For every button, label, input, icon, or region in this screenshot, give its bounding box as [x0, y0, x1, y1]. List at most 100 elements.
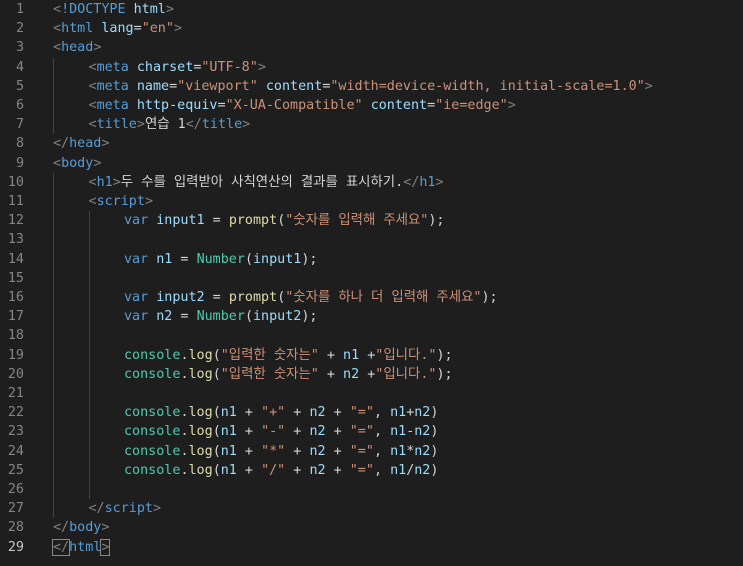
- code-line[interactable]: 7 <title>연습 1</title>: [0, 115, 743, 135]
- code-text: var input1 = prompt("숫자를 입력해 주세요");: [124, 211, 445, 230]
- code-text: console.log(n1 + "-" + n2 + "=", n1-n2): [124, 422, 438, 441]
- code-token: log: [188, 405, 213, 421]
- code-token: n1: [390, 462, 407, 478]
- code-line[interactable]: 19 console.log("입력한 숫자는" + n1 +"입니다.");: [0, 345, 743, 365]
- line-number: 20: [7, 366, 24, 382]
- code-token: +: [285, 405, 310, 421]
- code-line[interactable]: 4 <meta charset="UTF-8">: [0, 57, 743, 77]
- line-number: 11: [7, 194, 24, 209]
- code-token: .: [180, 347, 189, 363]
- code-token: +: [318, 347, 344, 363]
- code-token: html: [69, 539, 102, 555]
- code-token: ,: [373, 443, 391, 459]
- code-token: 연습 1: [144, 117, 186, 133]
- code-token: );: [301, 309, 318, 325]
- indent-guide: [88, 345, 90, 365]
- code-token: n2: [309, 462, 326, 478]
- code-line[interactable]: 17 var n2 = Number(input2);: [0, 307, 743, 327]
- code-token: =: [172, 309, 197, 325]
- code-token: body: [69, 520, 102, 536]
- code-token: >: [165, 2, 174, 17]
- code-token: </: [185, 117, 202, 133]
- code-line[interactable]: 12 var input1 = prompt("숫자를 입력해 주세요");: [0, 211, 743, 231]
- code-line[interactable]: 23 console.log(n1 + "-" + n2 + "=", n1-n2…: [0, 422, 743, 442]
- code-line[interactable]: 1 <!DOCTYPE html>: [0, 0, 743, 19]
- line-number: 18: [7, 328, 24, 344]
- code-line[interactable]: 11 <script>: [0, 192, 743, 212]
- code-line[interactable]: 24 console.log(n1 + "*" + n2 + "=", n1*n2…: [0, 441, 743, 461]
- code-token: lang: [101, 21, 134, 37]
- code-token: );: [436, 366, 453, 382]
- code-token: "en": [141, 21, 174, 37]
- code-token: =: [204, 290, 229, 305]
- code-token: >: [112, 174, 121, 190]
- code-token: (: [244, 251, 253, 267]
- line-number: 27: [7, 501, 24, 517]
- code-token: ): [430, 405, 439, 421]
- code-token: "숫자를 하나 더 입력해 주세요": [285, 290, 482, 305]
- code-token: console: [124, 424, 181, 440]
- code-token: prompt: [228, 290, 278, 305]
- code-text: var input2 = prompt("숫자를 하나 더 입력해 주세요");: [124, 288, 498, 307]
- code-text: var n2 = Number(input2);: [124, 307, 318, 326]
- code-line[interactable]: 29 </html>: [0, 538, 743, 557]
- code-line[interactable]: 14 var n1 = Number(input1);: [0, 249, 743, 269]
- code-token: +: [236, 462, 262, 478]
- code-text: console.log("입력한 숫자는" + n2 +"입니다.");: [124, 365, 453, 384]
- code-line[interactable]: 2 <html lang="en">: [0, 19, 743, 38]
- code-line[interactable]: 28 </body>: [0, 518, 743, 537]
- indent-guide: [53, 268, 54, 288]
- line-number: 10: [7, 174, 24, 190]
- code-line[interactable]: 26: [0, 480, 743, 500]
- code-line[interactable]: 10 <h1>두 수를 입력받아 사칙연산의 결과를 표시하기.</h1>: [0, 172, 743, 192]
- code-token: ): [430, 424, 439, 440]
- code-line[interactable]: 3 <head>: [0, 38, 743, 57]
- code-token: var: [124, 290, 149, 305]
- code-text: </html>: [51, 538, 111, 557]
- code-text: </head>: [53, 134, 109, 153]
- code-editor[interactable]: 1 <!DOCTYPE html> 2 <html lang="en"> 3 <head>…: [0, 0, 743, 566]
- code-token: h1: [419, 174, 436, 190]
- code-token: +: [236, 405, 262, 421]
- code-token: >: [101, 520, 110, 536]
- code-line[interactable]: 25 console.log(n1 + "/" + n2 + "=", n1/n2…: [0, 460, 743, 480]
- code-line[interactable]: 18: [0, 326, 743, 346]
- code-token: head: [69, 136, 102, 152]
- code-text: var n1 = Number(input1);: [124, 250, 318, 269]
- code-token: </: [53, 520, 70, 536]
- code-token: +: [359, 366, 376, 382]
- code-line[interactable]: 20 console.log("입력한 숫자는" + n2 +"입니다.");: [0, 364, 743, 384]
- code-token: </: [88, 501, 105, 517]
- indent-guide: [88, 249, 90, 269]
- code-token: >: [93, 155, 102, 171]
- indent-guide: [88, 460, 90, 480]
- code-line[interactable]: 6 <meta http-equiv="X-UA-Compatible" cont…: [0, 96, 743, 116]
- code-token: n1: [390, 424, 407, 440]
- code-token: n2: [156, 309, 173, 325]
- code-line[interactable]: 8 </head>: [0, 134, 743, 153]
- code-line[interactable]: 9 <body>: [0, 154, 743, 173]
- code-token: "=": [349, 443, 374, 459]
- code-line[interactable]: 21: [0, 384, 743, 404]
- indent-guide: [53, 288, 54, 308]
- code-token: script: [96, 194, 145, 209]
- code-token: n2: [309, 443, 326, 459]
- indent-guide: [88, 326, 90, 346]
- code-token: );: [481, 290, 498, 305]
- code-line[interactable]: 15: [0, 268, 743, 288]
- code-line[interactable]: 27 </script>: [0, 499, 743, 519]
- code-token: >: [644, 78, 653, 94]
- code-line[interactable]: 16 var input2 = prompt("숫자를 하나 더 입력해 주세요"…: [0, 288, 743, 308]
- code-token: +: [325, 424, 350, 440]
- code-token: </: [53, 136, 70, 152]
- code-line[interactable]: 13: [0, 230, 743, 250]
- code-token: "X-UA-Compatible": [225, 98, 363, 113]
- indent-guide: [88, 403, 90, 423]
- code-token: n1: [156, 251, 173, 267]
- line-number: 17: [7, 309, 24, 325]
- code-line[interactable]: 5 <meta name="viewport" content="width=de…: [0, 76, 743, 96]
- code-line[interactable]: 22 console.log(n1 + "+" + n2 + "=", n1+n2…: [0, 403, 743, 423]
- code-text: <h1>두 수를 입력받아 사칙연산의 결과를 표시하기.</h1>: [89, 173, 444, 192]
- line-number: 22: [7, 405, 24, 421]
